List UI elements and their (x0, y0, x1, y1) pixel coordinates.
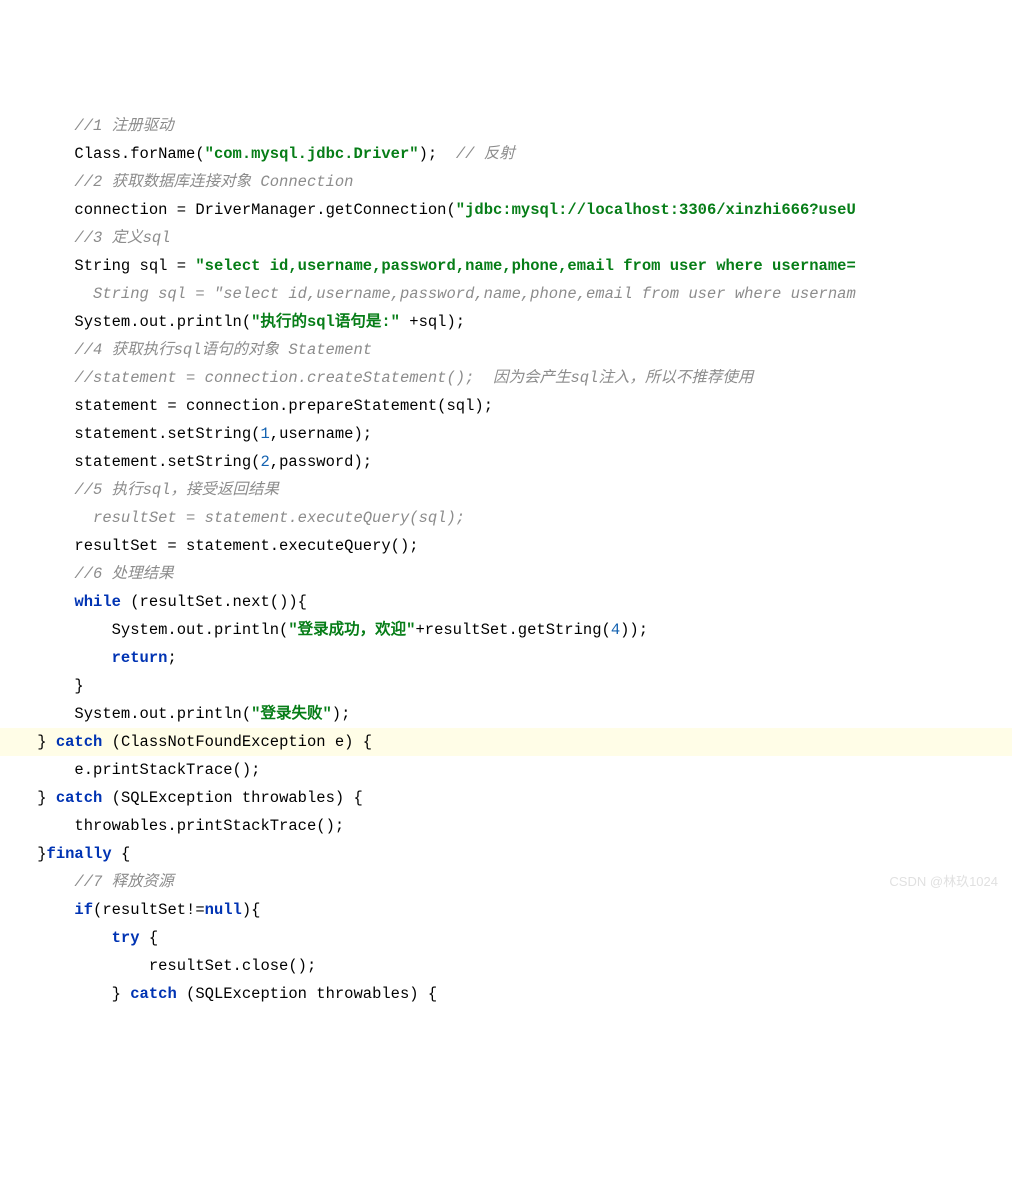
code-token-kw-bold: try (112, 929, 140, 947)
code-token-str: "jdbc:mysql://localhost:3306/xinzhi666?u… (456, 201, 856, 219)
code-line: connection = DriverManager.getConnection… (0, 196, 1012, 224)
code-line: }finally { (0, 840, 1012, 868)
code-token-num: 4 (611, 621, 620, 639)
code-token-plain: ); (332, 705, 351, 723)
code-token-plain: )); (620, 621, 648, 639)
code-token-cm: //6 处理结果 (74, 565, 173, 583)
code-token-kw-bold: catch (130, 985, 177, 1003)
code-token-plain: System.out.println( (74, 313, 251, 331)
code-token-plain: } (112, 985, 131, 1003)
code-token-kw-bold: null (205, 901, 242, 919)
code-token-cm: //4 获取执行sql语句的对象 Statement (74, 341, 372, 359)
code-token-plain: +resultSet.getString( (415, 621, 610, 639)
code-token-plain: statement = connection.prepareStatement(… (74, 397, 493, 415)
code-token-plain: { (112, 845, 131, 863)
code-line: if(resultSet!=null){ (0, 896, 1012, 924)
code-line: } catch (SQLException throwables) { (0, 784, 1012, 812)
code-line: throwables.printStackTrace(); (0, 812, 1012, 840)
code-token-plain: (SQLException throwables) { (102, 789, 362, 807)
code-token-plain: { (140, 929, 159, 947)
code-line: resultSet.close(); (0, 952, 1012, 980)
code-token-cm: //statement = connection.createStatement… (74, 369, 753, 387)
code-token-plain: ); (419, 145, 456, 163)
code-token-cm: //5 执行sql，接受返回结果 (74, 481, 279, 499)
code-token-kw-bold: return (112, 649, 168, 667)
code-token-plain: throwables.printStackTrace(); (74, 817, 344, 835)
code-token-plain: ){ (242, 901, 261, 919)
code-token-kw-bold: while (74, 593, 121, 611)
code-line: System.out.println("登录成功，欢迎"+resultSet.g… (0, 616, 1012, 644)
code-token-str: "select id,username,password,name,phone,… (195, 257, 855, 275)
code-token-cm: // 反射 (456, 145, 515, 163)
code-line: //7 释放资源 (0, 868, 1012, 896)
code-line: //1 注册驱动 (0, 112, 1012, 140)
code-token-str: "登录失败" (251, 705, 332, 723)
code-token-plain: e.printStackTrace(); (74, 761, 260, 779)
code-token-plain: String sql = (74, 257, 195, 275)
code-token-plain: ,password); (270, 453, 372, 471)
code-line: System.out.println("登录失败"); (0, 700, 1012, 728)
code-token-plain: resultSet.close(); (149, 957, 316, 975)
code-line: //5 执行sql，接受返回结果 (0, 476, 1012, 504)
code-token-plain: statement.setString( (74, 425, 260, 443)
code-line: statement.setString(1,username); (0, 420, 1012, 448)
code-token-plain: } (37, 789, 56, 807)
code-token-plain: statement.setString( (74, 453, 260, 471)
code-token-plain: } (37, 845, 46, 863)
code-block: //1 注册驱动 Class.forName("com.mysql.jdbc.D… (0, 112, 1012, 1008)
code-line: //4 获取执行sql语句的对象 Statement (0, 336, 1012, 364)
code-line: statement.setString(2,password); (0, 448, 1012, 476)
code-token-plain: ,username); (270, 425, 372, 443)
code-token-plain: } (74, 677, 83, 695)
code-token-cm: //1 注册驱动 (74, 117, 173, 135)
code-token-plain: (resultSet!= (93, 901, 205, 919)
code-token-cm: //2 获取数据库连接对象 Connection (74, 173, 353, 191)
code-token-plain: Class.forName( (74, 145, 204, 163)
code-token-plain: connection = DriverManager.getConnection… (74, 201, 455, 219)
code-token-plain: } (37, 733, 56, 751)
code-line: String sql = "select id,username,passwor… (0, 252, 1012, 280)
code-line: Class.forName("com.mysql.jdbc.Driver"); … (0, 140, 1012, 168)
code-token-kw-bold: finally (47, 845, 112, 863)
code-line: //2 获取数据库连接对象 Connection (0, 168, 1012, 196)
code-token-cm: //3 定义sql (74, 229, 170, 247)
code-token-plain: (SQLException throwables) { (177, 985, 437, 1003)
code-line: System.out.println("执行的sql语句是:" +sql); (0, 308, 1012, 336)
code-line: String sql = "select id,username,passwor… (0, 280, 1012, 308)
code-token-plain: System.out.println( (74, 705, 251, 723)
code-token-cm: //7 释放资源 (74, 873, 173, 891)
code-line: //3 定义sql (0, 224, 1012, 252)
code-token-kw-bold: if (74, 901, 93, 919)
code-line: resultSet = statement.executeQuery(sql); (0, 504, 1012, 532)
code-line: statement = connection.prepareStatement(… (0, 392, 1012, 420)
watermark: CSDN @林玖1024 (889, 868, 998, 896)
code-token-plain: ; (167, 649, 176, 667)
code-token-plain: +sql); (400, 313, 465, 331)
code-line: } (0, 672, 1012, 700)
code-token-cm: resultSet = statement.executeQuery(sql); (93, 509, 465, 527)
code-line: e.printStackTrace(); (0, 756, 1012, 784)
code-line: resultSet = statement.executeQuery(); (0, 532, 1012, 560)
code-token-num: 2 (260, 453, 269, 471)
code-line: } catch (SQLException throwables) { (0, 980, 1012, 1008)
code-line: //6 处理结果 (0, 560, 1012, 588)
code-token-plain: System.out.println( (112, 621, 289, 639)
code-token-kw-bold: catch (56, 789, 103, 807)
code-line: while (resultSet.next()){ (0, 588, 1012, 616)
code-line: } catch (ClassNotFoundException e) { (0, 728, 1012, 756)
code-token-cm: String sql = "select id,username,passwor… (93, 285, 856, 303)
code-token-str: "com.mysql.jdbc.Driver" (205, 145, 419, 163)
code-token-plain: (resultSet.next()){ (121, 593, 307, 611)
code-token-str: "执行的sql语句是:" (251, 313, 400, 331)
code-line: //statement = connection.createStatement… (0, 364, 1012, 392)
code-token-num: 1 (260, 425, 269, 443)
code-token-plain: resultSet = statement.executeQuery(); (74, 537, 418, 555)
code-token-plain: (ClassNotFoundException e) { (102, 733, 372, 751)
code-token-kw-bold: catch (56, 733, 103, 751)
code-token-str: "登录成功，欢迎" (288, 621, 415, 639)
code-line: return; (0, 644, 1012, 672)
code-line: try { (0, 924, 1012, 952)
